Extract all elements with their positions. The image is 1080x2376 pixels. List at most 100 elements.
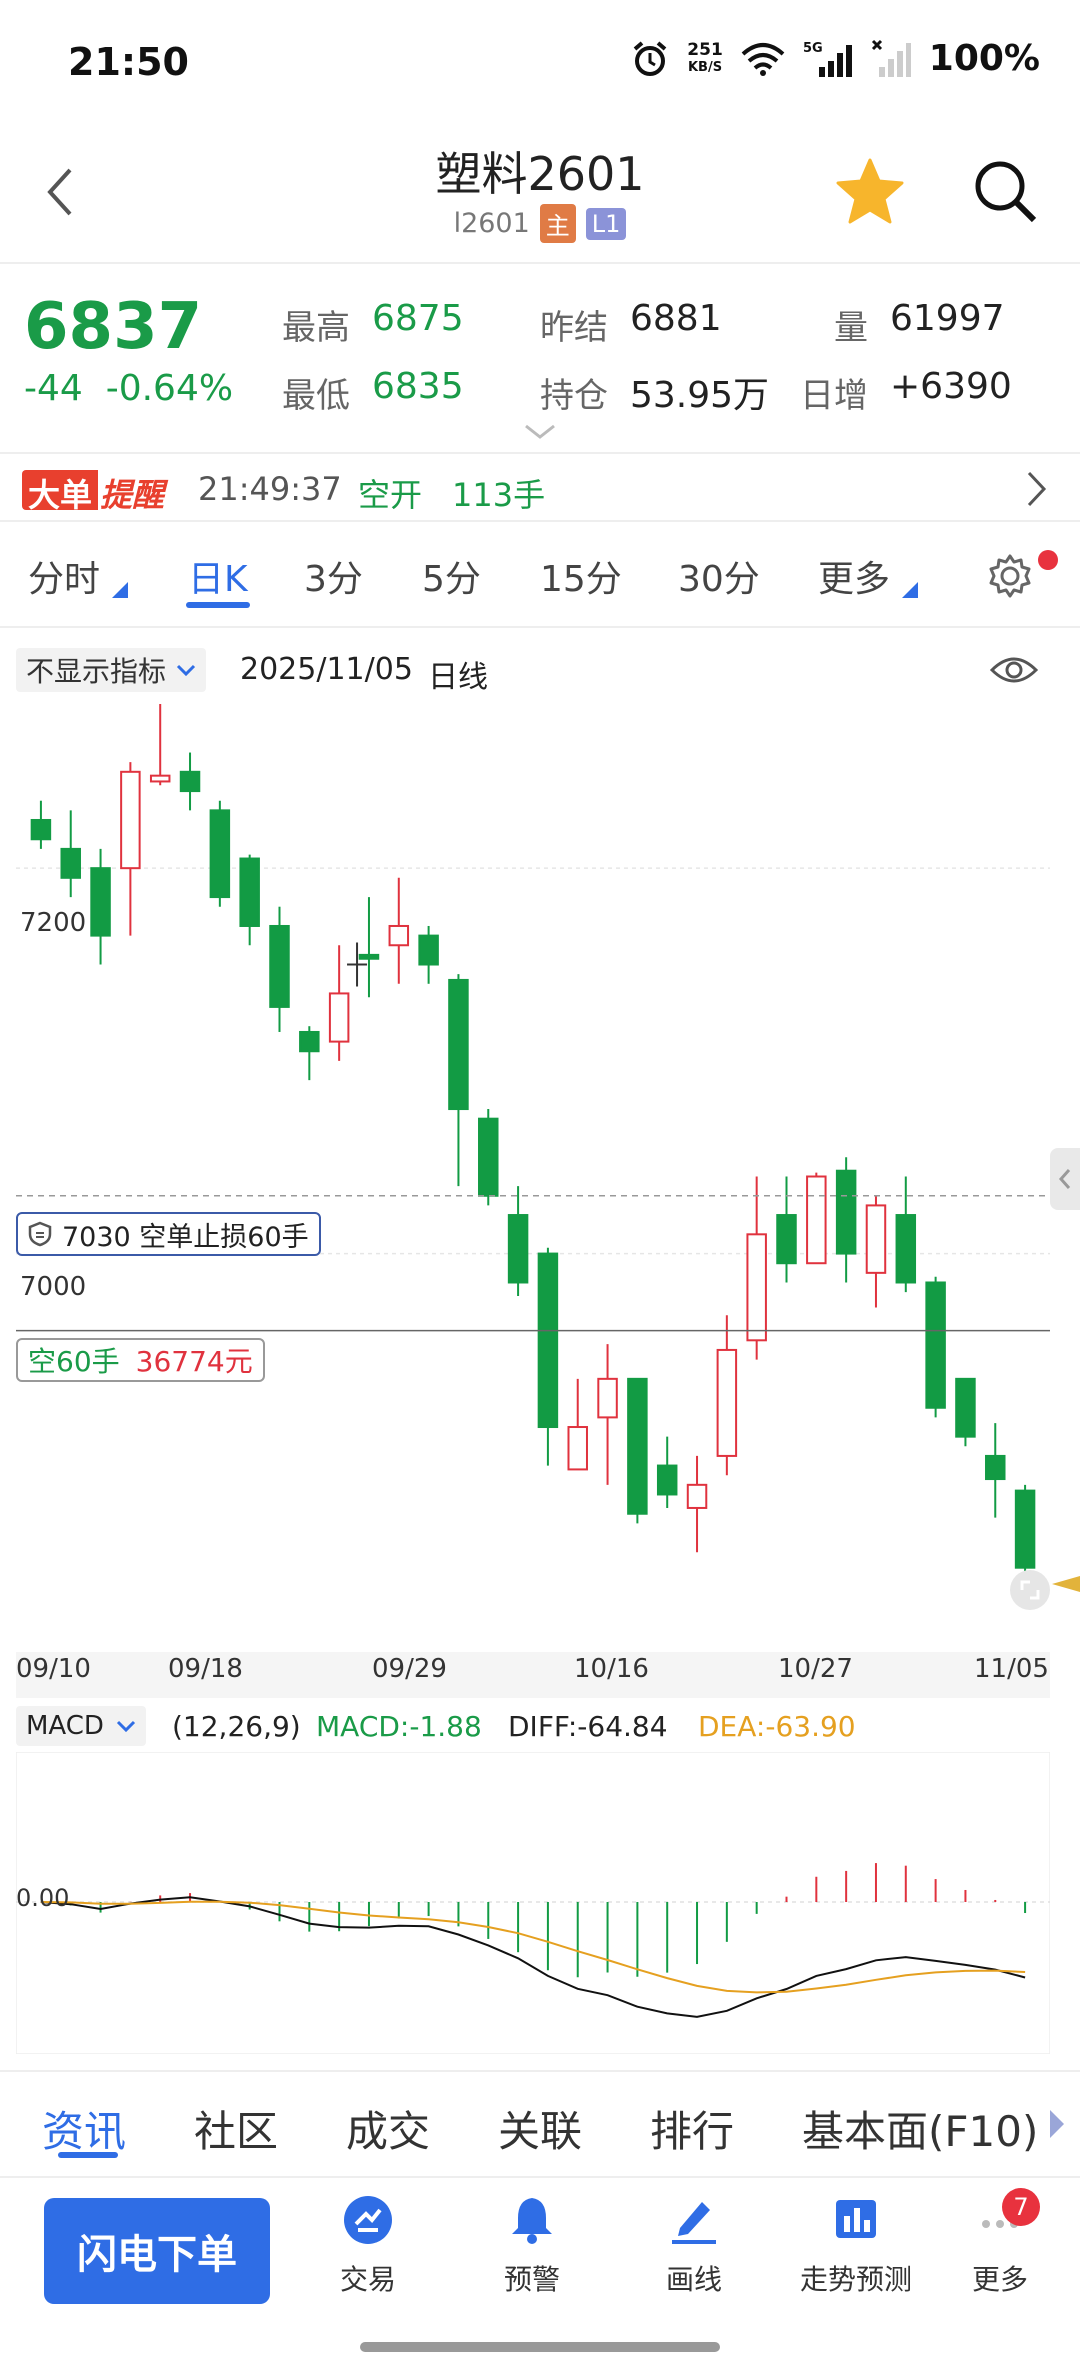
macd-params: (12,26,9) <box>172 1710 301 1743</box>
price-change: -44 -0.64% <box>24 368 234 409</box>
home-indicator[interactable] <box>360 2342 720 2352</box>
candlestick-chart[interactable] <box>16 704 1050 1649</box>
alert-logo: 大单 提醒 <box>22 470 170 514</box>
position-marker[interactable]: 空60手 36774元 <box>16 1338 265 1382</box>
svg-text:5G: 5G <box>803 41 823 56</box>
candle-down <box>30 818 52 841</box>
tab-30min[interactable]: 30分 <box>678 550 760 602</box>
expand-chevron-icon[interactable] <box>524 424 556 440</box>
divider <box>0 626 1080 628</box>
dropdown-triangle-icon <box>902 582 918 598</box>
tab-more[interactable]: 更多 <box>818 550 890 602</box>
alert-amount: 113手 <box>452 476 546 514</box>
notification-dot <box>1038 550 1058 570</box>
price-label-7200: 7200 <box>20 908 87 938</box>
chart-type: 日线 <box>428 660 488 695</box>
chart-date: 2025/11/05 <box>240 652 413 687</box>
wifi-icon <box>741 42 785 76</box>
fullscreen-icon[interactable] <box>1008 1568 1052 1612</box>
toolbar-alert[interactable]: 预警 <box>472 2190 592 2298</box>
tab-3min[interactable]: 3分 <box>304 550 363 602</box>
contract-code: l2601 <box>453 208 530 239</box>
status-icons: 251 KB/S 5G 100% <box>631 38 1040 79</box>
tab-ranking[interactable]: 排行 <box>650 2098 734 2159</box>
prev-settle-label: 昨结 <box>540 308 608 348</box>
candle-down <box>269 924 290 1008</box>
candle-down <box>955 1377 976 1438</box>
alert-action: 空开 <box>358 476 423 514</box>
battery-text: 100% <box>928 38 1040 79</box>
toolbar-draw[interactable]: 画线 <box>634 2190 754 2298</box>
signal-empty-icon <box>871 39 911 77</box>
side-drawer-handle[interactable] <box>1050 1148 1080 1210</box>
candle-down <box>478 1117 499 1197</box>
contract-subtitle: l2601 主 L1 <box>0 204 1080 243</box>
macd-chart <box>16 1752 1050 2054</box>
chevron-down-icon <box>116 1720 135 1732</box>
status-bar: 21:50 251 KB/S 5G 100% <box>0 0 1080 120</box>
volume-label: 量 <box>834 308 868 348</box>
candle-down <box>239 857 260 927</box>
favorite-star-icon[interactable] <box>836 158 904 224</box>
candle-up <box>328 992 350 1043</box>
candle-down <box>537 1252 559 1429</box>
tab-community[interactable]: 社区 <box>194 2098 278 2159</box>
candle-down <box>985 1454 1006 1481</box>
dea-value: DEA:-63.90 <box>698 1710 856 1743</box>
candle-up <box>716 1348 738 1457</box>
tab-daily-k[interactable]: 日K <box>188 550 248 602</box>
x-tick-label: 09/10 <box>16 1654 91 1684</box>
candle-down <box>358 953 380 960</box>
candle-down <box>507 1214 529 1284</box>
settings-gear-icon[interactable] <box>986 552 1034 600</box>
candle-down <box>656 1464 678 1496</box>
tab-related[interactable]: 关联 <box>498 2098 582 2159</box>
volume-value: 61997 <box>890 298 1005 339</box>
chevron-right-icon[interactable] <box>1026 470 1048 508</box>
indicator-select[interactable]: 不显示指标 <box>16 648 207 692</box>
crosshair-cursor <box>347 942 368 987</box>
tab-news[interactable]: 资讯 <box>42 2098 126 2159</box>
daily-increase-label: 日增 <box>800 376 868 416</box>
candle-down <box>418 934 439 966</box>
active-tab-indicator <box>186 602 250 608</box>
candle-down <box>209 809 231 899</box>
tab-15min[interactable]: 15分 <box>540 550 622 602</box>
tab-5min[interactable]: 5分 <box>422 550 481 602</box>
candle-up <box>806 1175 827 1265</box>
toolbar-trade[interactable]: 交易 <box>308 2190 428 2298</box>
candle-up <box>746 1233 767 1342</box>
signal-5g-icon: 5G <box>803 41 852 77</box>
scroll-right-triangle-icon[interactable] <box>1048 2108 1066 2140</box>
macd-value: MACD:-1.88 <box>316 1710 482 1743</box>
chevron-left-icon <box>1058 1169 1071 1189</box>
tab-timeshare[interactable]: 分时 <box>28 550 100 602</box>
price-label-7000: 7000 <box>20 1272 87 1302</box>
toolbar-more[interactable]: 更多 <box>940 2190 1060 2298</box>
net-speed: 251 KB/S <box>687 39 723 75</box>
tab-fundamentals[interactable]: 基本面(F10) <box>802 2098 1038 2159</box>
level-badge: L1 <box>585 207 627 240</box>
flash-order-button[interactable]: 闪电下单 <box>44 2198 270 2304</box>
stop-loss-marker[interactable]: 7030 空单止损60手 <box>16 1212 321 1256</box>
shield-icon <box>28 1221 52 1247</box>
toolbar-forecast[interactable]: 走势预测 <box>796 2190 916 2298</box>
pen-icon <box>664 2190 724 2250</box>
macd-indicator-select[interactable]: MACD <box>16 1706 146 1746</box>
candle-down <box>448 978 469 1111</box>
divider <box>0 262 1080 264</box>
candle-up <box>597 1377 618 1419</box>
tab-trades[interactable]: 成交 <box>346 2098 430 2159</box>
page-title: 塑料2601 <box>435 147 645 201</box>
candle-down <box>835 1169 857 1255</box>
candle-up <box>865 1204 887 1274</box>
status-time: 21:50 <box>68 40 189 84</box>
search-icon[interactable] <box>972 158 1038 224</box>
eye-icon[interactable] <box>990 652 1038 688</box>
candle-up <box>149 774 171 783</box>
x-tick-label: 11/05 <box>974 1654 1049 1684</box>
divider <box>0 452 1080 454</box>
daily-increase-value: +6390 <box>890 366 1012 407</box>
candle-down <box>60 847 81 879</box>
diff-value: DIFF:-64.84 <box>508 1710 668 1743</box>
